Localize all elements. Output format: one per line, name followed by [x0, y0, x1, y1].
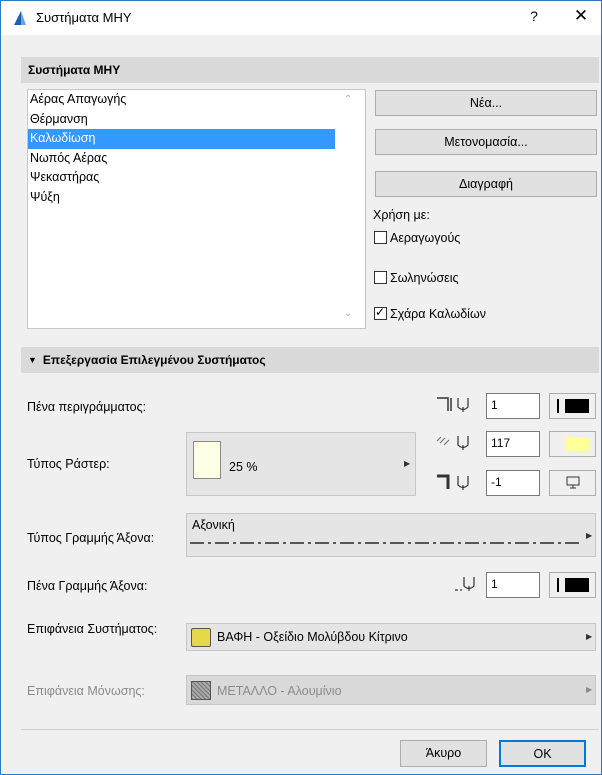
black-swatch [565, 399, 589, 413]
cancel-button[interactable]: Άκυρο [400, 740, 487, 767]
title-bar: Συστήματα ΜΗΥ ? ✕ [1, 1, 601, 35]
axis-pen-color-button[interactable] [549, 572, 596, 598]
footer-divider [21, 729, 599, 730]
metal-swatch [191, 681, 211, 700]
fill-type-label: Τύπος Ράστερ: [27, 457, 110, 471]
contour-pen-color-button[interactable] [549, 393, 596, 419]
fill-type-selector[interactable]: 25 % ▶ [186, 432, 416, 496]
fill-type-value: 25 % [229, 460, 258, 474]
axis-line-type-label: Τύπος Γραμμής Άξονα: [27, 531, 155, 545]
dialog-window: Συστήματα ΜΗΥ ? ✕ Συστήματα ΜΗΥ Αέρας Απ… [0, 0, 602, 775]
scroll-up-icon[interactable]: ⌃ [344, 94, 352, 105]
system-surface-value: ΒΑΦΗ - Οξείδιο Μολύβδου Κίτρινο [217, 630, 408, 644]
list-item[interactable]: Ψύξη [28, 188, 365, 208]
black-swatch [565, 578, 589, 592]
delete-button[interactable]: Διαγραφή [375, 171, 597, 197]
fill-fg-pen-field[interactable]: 117 [486, 431, 540, 457]
axis-pen-label: Πένα Γραμμής Άξονα: [27, 579, 148, 593]
chevron-right-icon: ▶ [586, 531, 593, 540]
fill-bg-pen-field[interactable]: -1 [486, 470, 540, 496]
pipes-label: Σωληνώσεις [390, 271, 459, 285]
chevron-right-icon: ▶ [586, 632, 593, 641]
edit-section-title: Επεξεργασία Επιλεγμένου Συστήματος [42, 353, 266, 367]
insulation-surface-label: Επιφάνεια Μόνωσης: [27, 684, 145, 698]
fill-pen-icon [436, 436, 469, 450]
system-surface-selector[interactable]: ΒΑΦΗ - Οξείδιο Μολύβδου Κίτρινο ▶ [186, 623, 596, 651]
new-button[interactable]: Νέα... [375, 90, 597, 116]
ducts-checkbox[interactable] [374, 231, 387, 244]
insulation-surface-selector[interactable]: ΜΕΤΑΛΛΟ - Αλουμίνιο ▶ [186, 675, 596, 705]
axis-pen-field[interactable]: 1 [486, 572, 540, 598]
axis-line-type-value: Αξονική [192, 518, 235, 532]
ok-button[interactable]: OK [499, 740, 586, 767]
chevron-right-icon: ▶ [586, 685, 593, 694]
fill-preview-swatch [193, 441, 221, 479]
cable-tray-checkbox[interactable] [374, 305, 387, 320]
chevron-right-icon: ▶ [404, 459, 411, 468]
pipes-checkbox[interactable] [374, 271, 387, 284]
window-title: Συστήματα ΜΗΥ [36, 10, 132, 25]
edit-section-header[interactable]: ▼ Επεξεργασία Επιλεγμένου Συστήματος [21, 347, 599, 373]
insulation-surface-value: ΜΕΤΑΛΛΟ - Αλουμίνιο [217, 684, 342, 698]
axis-pen-icon [455, 577, 475, 591]
surface-swatch [191, 628, 211, 647]
app-icon [14, 11, 26, 25]
list-item[interactable]: Νωπός Αέρας [28, 149, 365, 169]
axis-line-type-selector[interactable]: Αξονική ▶ [186, 513, 596, 557]
systems-section-title: Συστήματα ΜΗΥ [28, 63, 121, 77]
rename-button[interactable]: Μετονομασία... [375, 129, 597, 155]
systems-section-header: Συστήματα ΜΗΥ [21, 57, 599, 83]
cable-tray-label: Σχάρα Καλωδίων [390, 307, 486, 321]
monitor-icon [566, 476, 580, 489]
contour-pen-label: Πένα περιγράμματος: [27, 400, 147, 414]
collapse-triangle-icon[interactable]: ▼ [28, 355, 37, 365]
close-button[interactable]: ✕ [569, 6, 593, 26]
fill-bg-pen-color-button[interactable] [549, 470, 596, 496]
contour-pen-icon [437, 397, 469, 412]
use-with-label: Χρήση με: [373, 208, 430, 222]
scroll-down-icon[interactable]: ⌄ [344, 308, 352, 319]
list-item[interactable]: Αέρας Απαγωγής [28, 90, 365, 110]
yellow-swatch [565, 437, 589, 451]
help-button[interactable]: ? [524, 8, 544, 24]
systems-list[interactable]: Αέρας Απαγωγής Θέρμανση Καλωδίωση Νωπός … [27, 89, 366, 329]
list-item[interactable]: Ψεκαστήρας [28, 168, 365, 188]
ducts-label: Αεραγωγούς [390, 231, 461, 245]
contour-pen-field[interactable]: 1 [486, 393, 540, 419]
background-pen-icon [437, 474, 469, 490]
list-item[interactable]: Θέρμανση [28, 110, 365, 130]
fill-fg-pen-color-button[interactable] [549, 431, 596, 457]
dash-dot-line-icon [190, 542, 582, 544]
list-item-selected[interactable]: Καλωδίωση [28, 129, 335, 149]
system-surface-label: Επιφάνεια Συστήματος: [27, 622, 158, 636]
